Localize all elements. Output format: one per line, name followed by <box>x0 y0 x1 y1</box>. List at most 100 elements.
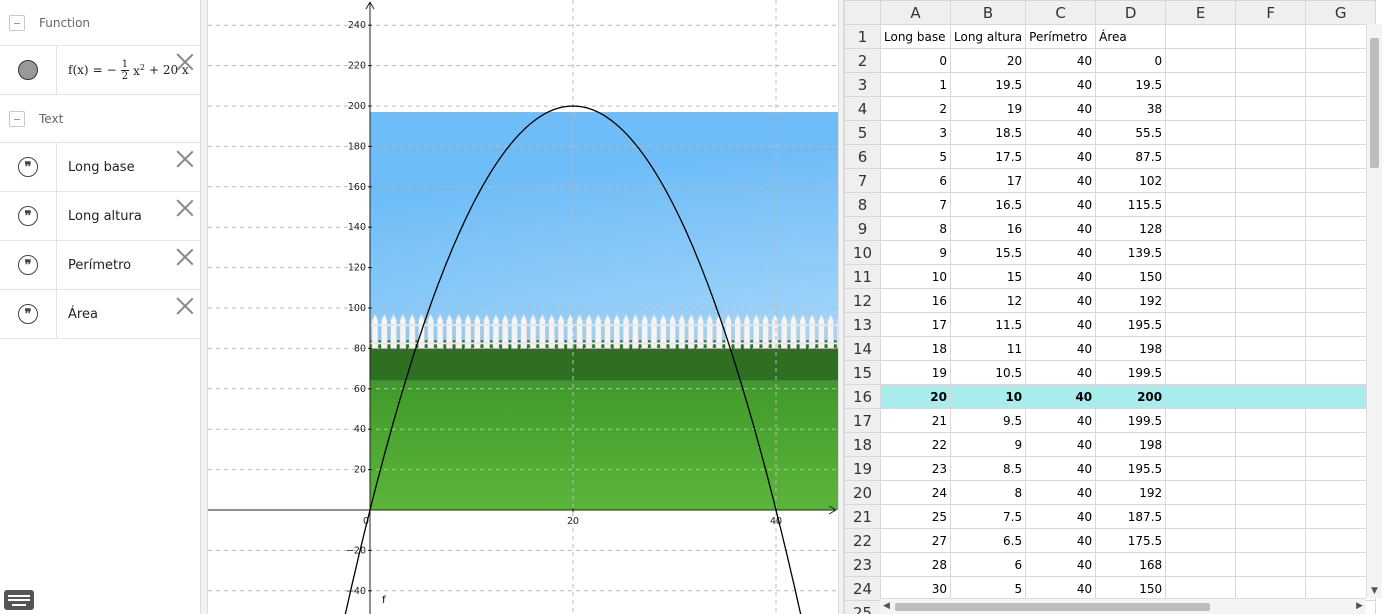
row-header[interactable]: 11 <box>844 264 881 289</box>
cell[interactable]: 24 <box>880 480 951 505</box>
cell[interactable] <box>1235 192 1307 217</box>
cell[interactable]: 40 <box>1025 336 1097 361</box>
cell[interactable]: 87.5 <box>1095 144 1167 169</box>
text-item-label[interactable]: Long altura <box>68 209 142 224</box>
cell[interactable] <box>1165 192 1237 217</box>
cell[interactable] <box>1235 216 1307 241</box>
cell[interactable]: 20 <box>880 384 951 409</box>
cell[interactable]: 19.5 <box>1095 72 1167 97</box>
row-header[interactable]: 6 <box>844 144 881 169</box>
row-header[interactable]: 20 <box>844 480 881 505</box>
text-row[interactable]: ❞ Perímetro <box>0 241 200 290</box>
text-item-label[interactable]: Long base <box>68 160 135 175</box>
cell[interactable]: 198 <box>1095 336 1167 361</box>
cell[interactable] <box>1235 72 1307 97</box>
cell[interactable]: 7 <box>880 192 951 217</box>
cell[interactable]: 17 <box>949 168 1027 193</box>
delete-icon[interactable] <box>176 297 194 315</box>
column-header[interactable]: D <box>1095 0 1167 25</box>
row-header[interactable]: 10 <box>844 240 881 265</box>
cell[interactable]: 8 <box>949 480 1027 505</box>
cell[interactable] <box>1235 480 1307 505</box>
cell[interactable]: 40 <box>1025 384 1097 409</box>
delete-icon[interactable] <box>176 199 194 217</box>
cell[interactable]: 40 <box>1025 360 1097 385</box>
quote-icon[interactable]: ❞ <box>18 255 38 275</box>
scroll-thumb[interactable] <box>895 603 1210 611</box>
cell[interactable]: 0 <box>1095 48 1167 73</box>
cell[interactable]: 16 <box>880 288 951 313</box>
cell[interactable] <box>1165 72 1237 97</box>
cell[interactable]: 11.5 <box>949 312 1027 337</box>
panel-divider[interactable] <box>201 0 208 614</box>
row-header[interactable]: 23 <box>844 552 881 577</box>
cell[interactable]: 40 <box>1025 288 1097 313</box>
cell[interactable]: 40 <box>1025 576 1097 601</box>
cell[interactable]: 6.5 <box>949 528 1027 553</box>
cell[interactable]: 198 <box>1095 432 1167 457</box>
row-header[interactable]: 5 <box>844 120 881 145</box>
spreadsheet-table[interactable]: A B C D E F G 1 Long base Long altura Perímetro Áre… <box>844 0 1377 614</box>
cell[interactable]: 102 <box>1095 168 1167 193</box>
cell[interactable]: 18.5 <box>949 120 1027 145</box>
cell[interactable]: 5 <box>880 144 951 169</box>
cell[interactable]: Área <box>1095 24 1167 49</box>
visibility-toggle[interactable]: ❞ <box>0 192 57 240</box>
cell[interactable]: 40 <box>1025 192 1097 217</box>
cell[interactable] <box>1165 504 1237 529</box>
quote-icon[interactable]: ❞ <box>18 304 38 324</box>
cell[interactable] <box>1165 528 1237 553</box>
visibility-toggle[interactable]: ❞ <box>0 143 57 191</box>
row-header[interactable]: 19 <box>844 456 881 481</box>
cell[interactable] <box>1165 312 1237 337</box>
row-header[interactable]: 24 <box>844 576 881 601</box>
cell[interactable]: 40 <box>1025 504 1097 529</box>
cell[interactable] <box>1165 96 1237 121</box>
row-header[interactable]: 15 <box>844 360 881 385</box>
collapse-icon[interactable] <box>9 14 25 31</box>
cell[interactable]: 175.5 <box>1095 528 1167 553</box>
cell[interactable]: 19 <box>949 96 1027 121</box>
cell[interactable] <box>1235 360 1307 385</box>
row-header[interactable]: 18 <box>844 432 881 457</box>
row-header[interactable]: 25 <box>844 600 881 614</box>
cell[interactable] <box>1165 480 1237 505</box>
row-header[interactable]: 2 <box>844 48 881 73</box>
cell[interactable]: 199.5 <box>1095 408 1167 433</box>
cell[interactable]: 128 <box>1095 216 1167 241</box>
row-header[interactable]: 13 <box>844 312 881 337</box>
quote-icon[interactable]: ❞ <box>18 206 38 226</box>
vertical-scrollbar[interactable]: ▼ <box>1366 24 1382 598</box>
cell[interactable]: 200 <box>1095 384 1167 409</box>
text-item-label[interactable]: Área <box>68 307 98 322</box>
scroll-thumb[interactable] <box>1370 38 1379 168</box>
cell[interactable]: 40 <box>1025 144 1097 169</box>
visibility-toggle[interactable] <box>0 46 57 94</box>
row-header[interactable]: 9 <box>844 216 881 241</box>
cell[interactable] <box>1165 48 1237 73</box>
cell[interactable]: 168 <box>1095 552 1167 577</box>
function-row[interactable]: f(x) = − 1 2 x2 + 20 x <box>0 46 200 95</box>
cell[interactable]: 15 <box>949 264 1027 289</box>
function-formula[interactable]: f(x) = − 1 2 x2 + 20 x <box>68 59 189 82</box>
cell[interactable]: 192 <box>1095 288 1167 313</box>
cell[interactable] <box>1235 552 1307 577</box>
cell[interactable]: 11 <box>949 336 1027 361</box>
cell[interactable]: 139.5 <box>1095 240 1167 265</box>
cell[interactable] <box>1235 48 1307 73</box>
cell[interactable] <box>1235 432 1307 457</box>
cell[interactable] <box>1165 264 1237 289</box>
cell[interactable]: 40 <box>1025 240 1097 265</box>
cell[interactable] <box>1235 312 1307 337</box>
cell[interactable]: 6 <box>880 168 951 193</box>
cell[interactable] <box>1165 216 1237 241</box>
column-header[interactable]: E <box>1165 0 1237 25</box>
cell[interactable] <box>1165 552 1237 577</box>
column-header[interactable]: G <box>1305 0 1377 25</box>
cell[interactable]: 18 <box>880 336 951 361</box>
cell[interactable] <box>1235 456 1307 481</box>
cell[interactable]: 23 <box>880 456 951 481</box>
cell[interactable] <box>1235 144 1307 169</box>
cell[interactable]: Perímetro <box>1025 24 1097 49</box>
cell[interactable]: 1 <box>880 72 951 97</box>
